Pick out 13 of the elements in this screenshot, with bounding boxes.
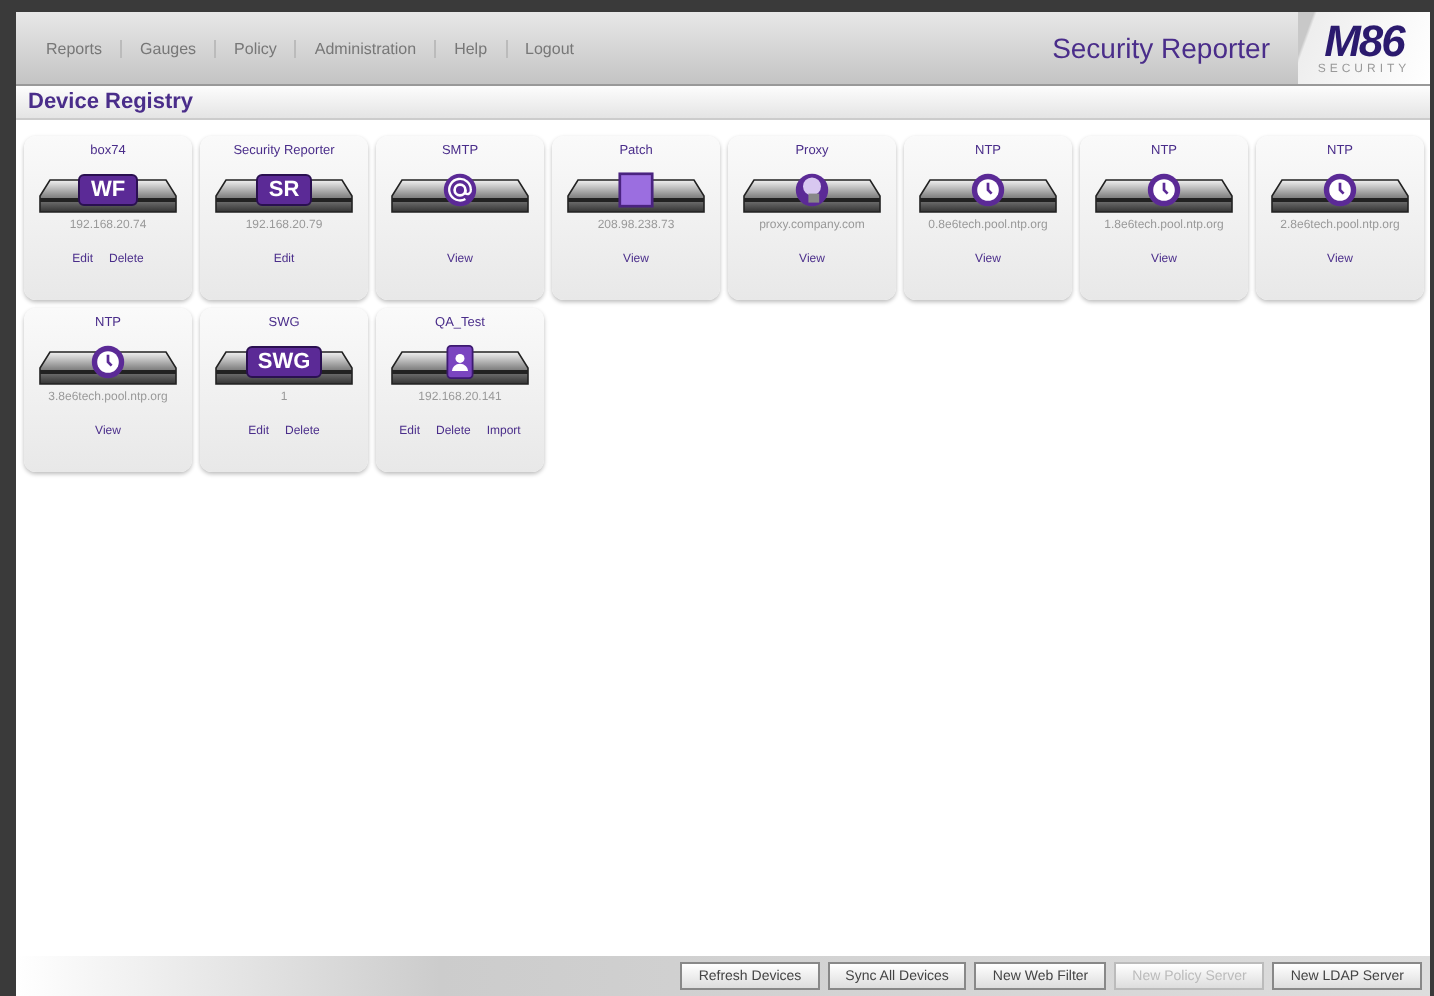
contact-card-icon [442,344,478,380]
clock-icon [90,344,126,380]
device-badge: WF [78,174,138,206]
device-badge: SWG [245,346,323,378]
clock-icon [970,172,1006,208]
square-icon [618,172,654,208]
clock-icon [1146,172,1182,208]
at-sign-icon [442,172,478,208]
globe-icon [794,172,830,208]
page-title: Device Registry [26,90,194,114]
device-badge: SR [256,174,312,206]
clock-icon [1322,172,1358,208]
product-title: Security Reporter [1052,32,1270,64]
